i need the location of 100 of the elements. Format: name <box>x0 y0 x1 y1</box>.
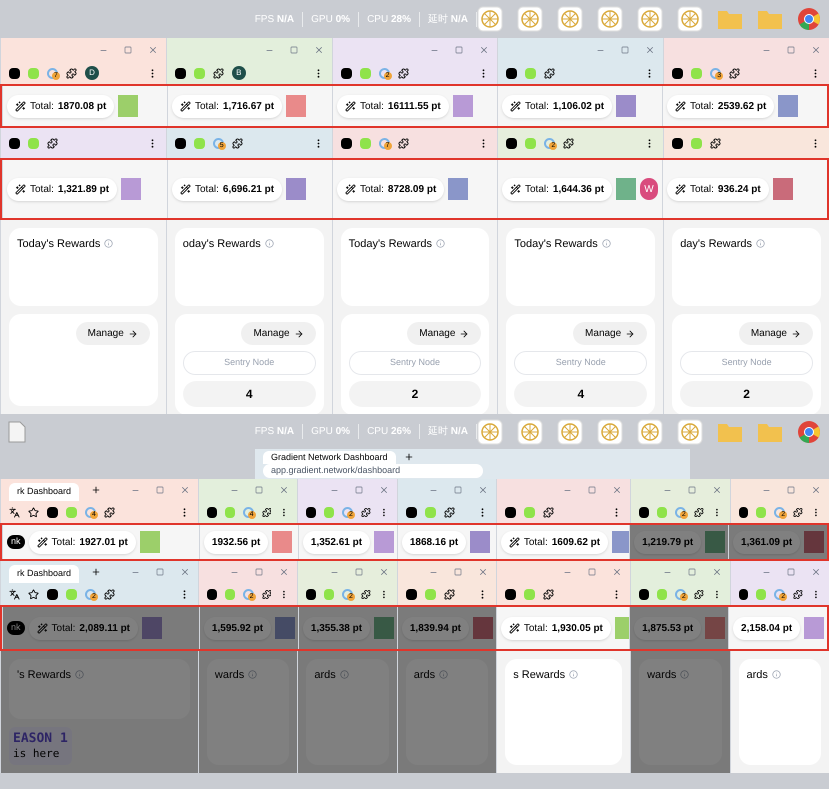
maximize-icon[interactable] <box>156 486 164 494</box>
info-icon[interactable] <box>264 239 274 248</box>
close-icon[interactable] <box>378 485 389 495</box>
extension-icon[interactable] <box>738 506 748 518</box>
app-shortcut-icon[interactable] <box>477 418 503 444</box>
extension-icon[interactable] <box>9 138 20 148</box>
puzzle-icon[interactable] <box>444 506 455 518</box>
maximize-icon[interactable] <box>621 46 630 54</box>
maximize-icon[interactable] <box>786 486 795 494</box>
info-icon[interactable] <box>104 239 114 248</box>
extension-icon[interactable] <box>340 68 352 78</box>
puzzle-icon[interactable] <box>104 588 115 600</box>
extension-icon[interactable] <box>406 588 417 600</box>
maximize-icon[interactable] <box>786 46 795 54</box>
app-shortcut-icon[interactable] <box>637 418 663 444</box>
maximize-icon[interactable] <box>688 486 696 494</box>
app-shortcut-icon[interactable] <box>557 6 583 32</box>
extension-icon[interactable] <box>340 138 352 148</box>
app-shortcut-icon[interactable] <box>597 6 623 32</box>
extension-icon[interactable] <box>9 68 20 78</box>
close-icon[interactable] <box>712 485 722 495</box>
maximize-icon[interactable] <box>454 568 462 576</box>
profile-avatar[interactable]: B <box>232 66 246 80</box>
close-icon[interactable] <box>180 485 190 495</box>
extension-icon[interactable] <box>672 138 684 148</box>
manage-button[interactable]: Manage <box>407 322 482 345</box>
maximize-icon[interactable] <box>588 486 596 494</box>
extension-icon[interactable] <box>506 138 518 148</box>
puzzle-icon[interactable] <box>543 506 554 518</box>
puzzle-icon[interactable] <box>729 68 740 78</box>
close-icon[interactable] <box>612 567 622 577</box>
profile-avatar[interactable]: D <box>85 66 99 80</box>
info-icon[interactable] <box>602 239 611 248</box>
maximize-icon[interactable] <box>688 568 696 576</box>
close-icon[interactable] <box>810 485 821 495</box>
browser-icon[interactable] <box>797 7 821 31</box>
extension-icon[interactable] <box>505 506 516 518</box>
app-shortcut-icon[interactable] <box>477 6 503 32</box>
puzzle-icon[interactable] <box>104 506 115 518</box>
star-icon[interactable] <box>28 506 39 518</box>
maximize-icon[interactable] <box>786 568 795 576</box>
info-icon[interactable] <box>248 670 258 679</box>
extension-icon[interactable] <box>639 506 649 518</box>
extension-icon[interactable] <box>206 506 217 518</box>
info-icon[interactable] <box>439 670 448 679</box>
extension-icon[interactable] <box>306 588 316 600</box>
puzzle-icon[interactable] <box>232 138 243 148</box>
puzzle-icon[interactable] <box>47 138 58 148</box>
address-bar[interactable]: app.gradient.network/dashboard <box>263 464 483 478</box>
info-icon[interactable] <box>436 239 446 248</box>
puzzle-icon[interactable] <box>262 588 272 600</box>
extension-icon[interactable] <box>47 506 58 518</box>
new-tab-icon[interactable] <box>91 485 102 495</box>
maximize-icon[interactable] <box>124 46 132 54</box>
new-tab-icon[interactable] <box>404 452 414 462</box>
close-icon[interactable] <box>712 567 722 577</box>
extension-icon[interactable] <box>306 506 316 518</box>
manage-button[interactable]: Manage <box>241 322 316 345</box>
star-icon[interactable] <box>28 588 39 600</box>
extension-icon[interactable] <box>672 68 684 78</box>
puzzle-icon[interactable] <box>66 68 77 78</box>
close-icon[interactable] <box>612 485 622 495</box>
maximize-icon[interactable] <box>454 486 462 494</box>
close-icon[interactable] <box>478 485 488 495</box>
puzzle-icon[interactable] <box>793 588 804 600</box>
manage-button[interactable]: Manage <box>738 322 813 345</box>
extension-icon[interactable] <box>505 588 516 600</box>
puzzle-icon[interactable] <box>361 588 371 600</box>
puzzle-icon[interactable] <box>398 68 409 78</box>
close-icon[interactable] <box>810 567 821 577</box>
puzzle-icon[interactable] <box>398 138 409 148</box>
app-shortcut-icon[interactable] <box>517 6 543 32</box>
close-icon[interactable] <box>148 45 158 55</box>
new-tab-icon[interactable] <box>91 567 102 577</box>
maximize-icon[interactable] <box>290 46 298 54</box>
app-shortcut-icon[interactable] <box>677 6 703 32</box>
close-icon[interactable] <box>180 567 190 577</box>
profile-avatar[interactable]: W <box>640 178 658 200</box>
browser-tab[interactable]: Gradient Network Dashboard <box>263 450 396 464</box>
extension-icon[interactable] <box>174 68 186 78</box>
info-icon[interactable] <box>680 670 690 679</box>
close-icon[interactable] <box>479 45 490 55</box>
translate-icon[interactable] <box>9 588 20 600</box>
close-icon[interactable] <box>810 45 821 55</box>
extension-icon[interactable] <box>639 588 649 600</box>
puzzle-icon[interactable] <box>361 506 371 518</box>
puzzle-icon[interactable] <box>694 506 704 518</box>
maximize-icon[interactable] <box>354 568 363 576</box>
file-icon[interactable] <box>8 420 26 442</box>
info-icon[interactable] <box>772 670 781 679</box>
close-icon[interactable] <box>645 45 656 55</box>
puzzle-icon[interactable] <box>262 506 272 518</box>
extension-icon[interactable] <box>47 588 58 600</box>
maximize-icon[interactable] <box>255 568 264 576</box>
puzzle-icon[interactable] <box>694 588 704 600</box>
puzzle-icon[interactable] <box>212 68 224 78</box>
extension-icon[interactable] <box>174 138 186 148</box>
extension-icon[interactable] <box>206 588 217 600</box>
close-icon[interactable] <box>378 567 389 577</box>
close-icon[interactable] <box>478 567 488 577</box>
